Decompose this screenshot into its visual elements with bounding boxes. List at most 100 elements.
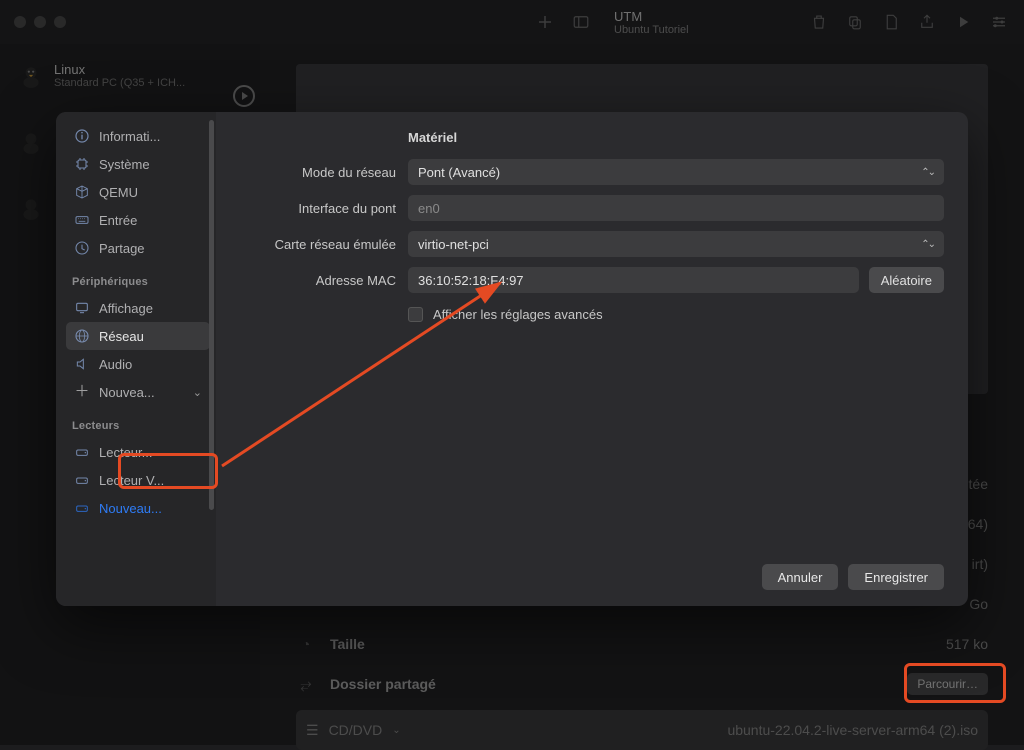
browse-button[interactable]: Parcourir…	[907, 673, 988, 695]
size-label: Taille	[330, 636, 365, 652]
sidebar-item-label: Réseau	[99, 329, 144, 344]
row-network-mode: Mode du réseau Pont (Avancé) ⌃⌄	[240, 159, 944, 185]
section-header-peripherals: Périphériques	[72, 276, 210, 288]
save-button[interactable]: Enregistrer	[848, 564, 944, 590]
linux-icon	[18, 195, 44, 221]
disk-icon: ◔	[296, 636, 316, 652]
input-value: en0	[418, 201, 440, 216]
sidebar-item-new-peripheral[interactable]: ＋ Nouvea... ⌄	[66, 378, 210, 406]
keyboard-icon	[74, 212, 90, 228]
plus-icon[interactable]	[536, 13, 554, 31]
sidebar-item-network[interactable]: Réseau	[66, 322, 210, 350]
document-icon[interactable]	[882, 13, 900, 31]
sidebar-item-label: Lecteur...	[99, 445, 152, 460]
input-value: 36:10:52:18:F4:97	[418, 273, 524, 288]
select-value: virtio-net-pci	[418, 237, 489, 252]
cd-dvd-row[interactable]: ☰ CD/DVD ⌄ ubuntu-22.04.2-live-server-ar…	[296, 710, 988, 750]
input-bridge-interface[interactable]: en0	[408, 195, 944, 221]
shared-folder-label: Dossier partagé	[330, 676, 436, 692]
sidebar-item-label: Partage	[99, 241, 145, 256]
sidebar-item-label: Nouvea...	[99, 385, 155, 400]
chevron-updown-icon: ⌃⌄	[921, 239, 934, 250]
label-bridge-interface: Interface du pont	[240, 201, 396, 216]
sidebar-item-label: Lecteur V...	[99, 473, 164, 488]
label-emulated-card: Carte réseau émulée	[240, 237, 396, 252]
sidebar-item-label: Affichage	[99, 301, 153, 316]
cancel-button[interactable]: Annuler	[762, 564, 839, 590]
vm-name: Linux	[54, 62, 185, 77]
sidebar-item-label: Système	[99, 157, 150, 172]
sidebar-item-information[interactable]: Informati...	[66, 122, 210, 150]
sidebar-item-input[interactable]: Entrée	[66, 206, 210, 234]
display-icon	[74, 300, 90, 316]
sidebar-item-system[interactable]: Système	[66, 150, 210, 178]
sheet-footer: Annuler Enregistrer	[240, 552, 944, 590]
checkbox-show-advanced[interactable]	[408, 307, 423, 322]
info-icon	[74, 128, 90, 144]
window-title: UTM	[614, 9, 689, 24]
window-subtitle: Ubuntu Tutoriel	[614, 24, 689, 36]
settings-sidebar: Informati... Système QEMU Entrée Partage…	[56, 112, 216, 606]
row-show-advanced[interactable]: Afficher les réglages avancés	[408, 307, 944, 322]
settings-sliders-icon[interactable]	[990, 13, 1008, 31]
drive-icon: ☰	[306, 722, 319, 739]
size-value: 517 ko	[946, 636, 988, 652]
iso-name: ubuntu-22.04.2-live-server-arm64 (2).iso	[727, 722, 978, 738]
random-mac-button[interactable]: Aléatoire	[869, 267, 944, 293]
cube-icon	[74, 184, 90, 200]
play-icon[interactable]	[954, 13, 972, 31]
row-emulated-card: Carte réseau émulée virtio-net-pci ⌃⌄	[240, 231, 944, 257]
sidebar-item-label: QEMU	[99, 185, 138, 200]
sidebar-item-label: Informati...	[99, 129, 160, 144]
label-network-mode: Mode du réseau	[240, 165, 396, 180]
content-section-title: Matériel	[408, 130, 944, 145]
linux-icon	[18, 129, 44, 155]
select-emulated-card[interactable]: virtio-net-pci ⌃⌄	[408, 231, 944, 257]
chevron-updown-icon: ⌃⌄	[921, 167, 934, 178]
plus-icon: ＋	[74, 384, 90, 400]
sidebar-item-drive[interactable]: Lecteur...	[66, 438, 210, 466]
share-icon	[74, 240, 90, 256]
chevron-down-icon: ⌄	[193, 386, 202, 399]
input-mac-address[interactable]: 36:10:52:18:F4:97	[408, 267, 859, 293]
zoom-dot	[54, 16, 66, 28]
vm-subtitle: Standard PC (Q35 + ICH...	[54, 77, 185, 89]
checkbox-label: Afficher les réglages avancés	[433, 307, 603, 322]
label-mac-address: Adresse MAC	[240, 273, 396, 288]
sidebar-item-qemu[interactable]: QEMU	[66, 178, 210, 206]
sidebar-item-sharing[interactable]: Partage	[66, 234, 210, 262]
speaker-icon	[74, 356, 90, 372]
share-icon[interactable]	[918, 13, 936, 31]
min-dot	[34, 16, 46, 28]
settings-content: Matériel Mode du réseau Pont (Avancé) ⌃⌄…	[216, 112, 968, 606]
sidebar-toggle-icon[interactable]	[572, 13, 590, 31]
scrollbar[interactable]	[209, 120, 214, 510]
select-value: Pont (Avancé)	[418, 165, 500, 180]
drive-icon	[74, 500, 90, 516]
close-dot	[14, 16, 26, 28]
trash-icon[interactable]	[810, 13, 828, 31]
sidebar-item-display[interactable]: Affichage	[66, 294, 210, 322]
sidebar-item-label: Nouveau...	[99, 501, 162, 516]
select-network-mode[interactable]: Pont (Avancé) ⌃⌄	[408, 159, 944, 185]
folder-icon: ⥂	[296, 676, 316, 693]
play-badge-icon	[232, 84, 256, 108]
sidebar-item-drive[interactable]: Lecteur V...	[66, 466, 210, 494]
globe-icon	[74, 328, 90, 344]
cd-label: CD/DVD	[329, 722, 383, 738]
vm-list-item[interactable]: Linux Standard PC (Q35 + ICH...	[8, 54, 252, 97]
chip-icon	[74, 156, 90, 172]
row-bridge-interface: Interface du pont en0	[240, 195, 944, 221]
drive-icon	[74, 472, 90, 488]
sidebar-item-label: Entrée	[99, 213, 137, 228]
row-mac-address: Adresse MAC 36:10:52:18:F4:97 Aléatoire	[240, 267, 944, 293]
sidebar-item-new-drive[interactable]: Nouveau...	[66, 494, 210, 522]
linux-icon	[18, 63, 44, 89]
drive-icon	[74, 444, 90, 460]
toolbar: UTM Ubuntu Tutoriel	[520, 0, 1024, 44]
duplicate-icon[interactable]	[846, 13, 864, 31]
settings-sheet: Informati... Système QEMU Entrée Partage…	[56, 112, 968, 606]
traffic-lights	[14, 16, 66, 28]
section-header-drives: Lecteurs	[72, 420, 210, 432]
sidebar-item-audio[interactable]: Audio	[66, 350, 210, 378]
